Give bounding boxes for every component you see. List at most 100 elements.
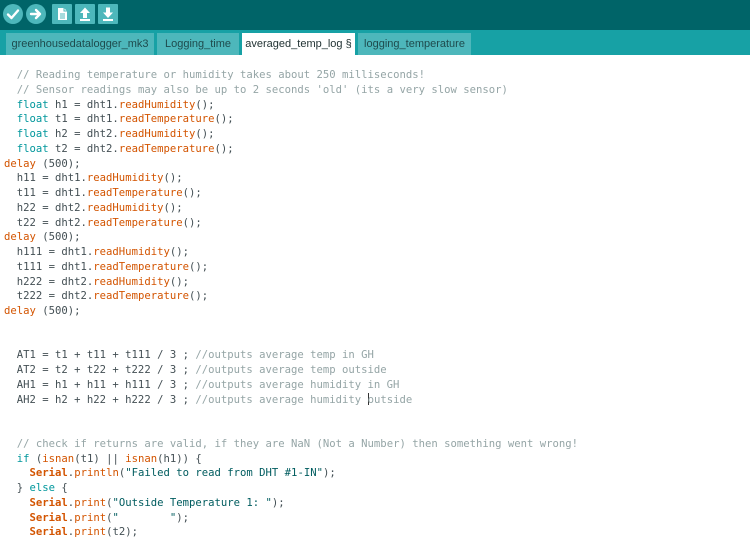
code-token: Serial	[29, 496, 68, 509]
code-token: readHumidity	[118, 128, 196, 140]
code-token: readHumidity	[86, 201, 164, 214]
code-token: readTemperature	[93, 290, 189, 303]
code-token: ();	[195, 98, 215, 111]
code-token: readTemperature	[86, 216, 183, 229]
code-token: println	[74, 467, 119, 480]
upload-button[interactable]	[26, 4, 46, 24]
code-token: h22 = dht2.	[4, 201, 87, 214]
new-button[interactable]	[52, 4, 72, 24]
code-token: (500);	[35, 231, 81, 244]
open-button[interactable]	[75, 4, 95, 24]
code-token: t1 = dht1.	[48, 113, 119, 126]
code-token: print	[74, 511, 107, 524]
code-token: );	[322, 467, 336, 480]
code-line: } else {	[4, 481, 578, 496]
code-token: h222 = dht2.	[4, 275, 94, 288]
save-button[interactable]	[98, 4, 118, 24]
code-token: isnan	[125, 452, 158, 465]
tab-logging-temperature[interactable]: logging_temperature	[358, 33, 471, 55]
code-token: ();	[182, 187, 202, 199]
code-token: // Reading temperature or humidity takes…	[16, 69, 425, 81]
code-token: isnan	[42, 452, 75, 465]
code-token: ();	[182, 216, 202, 229]
code-token: readHumidity	[118, 98, 196, 111]
tab-bar: greenhousedatalogger_mk3 Logging_time av…	[0, 30, 750, 55]
code-token: h1 = dht1.	[48, 98, 119, 111]
code-token: float	[16, 113, 49, 126]
code-token: "Outside Temperature 1: "	[112, 496, 272, 509]
code-line: delay (500);	[4, 157, 578, 172]
code-token: delay	[4, 157, 36, 170]
code-token: (t1) ||	[74, 452, 126, 465]
code-token: float	[16, 142, 49, 155]
code-token: float	[16, 98, 49, 111]
code-token: ();	[188, 290, 209, 303]
code-token: Serial	[29, 526, 68, 539]
arrow-down-icon	[103, 7, 113, 21]
code-token: AH2 = h2 + h22 + h222 / 3 ;	[4, 393, 196, 406]
code-token: readTemperature	[118, 113, 215, 126]
code-token: }	[4, 482, 30, 494]
tab-logging-time[interactable]: Logging_time	[157, 33, 239, 55]
code-line: h22 = dht2.readHumidity();	[4, 201, 578, 216]
verify-button[interactable]	[3, 4, 23, 24]
code-token: //outputs average temp outside	[195, 364, 387, 376]
code-line: Serial.print("Outside Temperature 1: ");	[4, 496, 578, 511]
code-token: ();	[188, 260, 209, 273]
code-token: t11 = dht1.	[4, 187, 87, 199]
code-token: );	[176, 511, 190, 524]
code-line: // Sensor readings may also be up to 2 s…	[4, 83, 578, 98]
code-token: (	[29, 452, 43, 465]
code-token: AT1 = t1 + t11 + t111 / 3 ;	[4, 349, 196, 362]
code-token: t111 = dht1.	[4, 260, 94, 273]
code-line: Serial.println("Failed to read from DHT …	[4, 466, 578, 481]
code-token: ();	[214, 113, 234, 126]
code-token: (t2);	[106, 526, 138, 539]
code-token: readHumidity	[86, 172, 164, 185]
tab-greenhousedatalogger-mk3[interactable]: greenhousedatalogger_mk3	[6, 33, 154, 55]
code-line: h11 = dht1.readHumidity();	[4, 171, 578, 186]
tab-averaged-temp-log[interactable]: averaged_temp_log §	[242, 33, 355, 55]
code-token: h11 = dht1.	[4, 172, 87, 185]
code-line: float t2 = dht2.readTemperature();	[4, 142, 578, 157]
code-token: "Failed to read from DHT #1-IN"	[125, 467, 323, 480]
code-line: float h2 = dht2.readHumidity();	[4, 127, 578, 142]
code-line: t111 = dht1.readTemperature();	[4, 260, 578, 275]
code-token: Serial	[29, 467, 68, 480]
code-line: // check if returns are valid, if they a…	[4, 437, 578, 452]
code-token: if	[16, 452, 30, 465]
code-editor[interactable]: // Reading temperature or humidity takes…	[0, 55, 750, 539]
code-token: Serial	[29, 511, 68, 524]
code-line: float h1 = dht1.readHumidity();	[4, 98, 578, 113]
code-token: " "	[112, 511, 177, 524]
code-token: delay	[4, 231, 36, 244]
code-line: delay (500);	[4, 230, 578, 245]
code-token: //outputs average temp in GH	[195, 349, 374, 362]
code-line: h222 = dht2.readHumidity();	[4, 275, 578, 290]
code-line: if (isnan(t1) || isnan(h1)) {	[4, 452, 578, 467]
code-token: // check if returns are valid, if they a…	[16, 437, 579, 450]
code-token: outside	[367, 393, 413, 406]
code-text[interactable]: // Reading temperature or humidity takes…	[4, 68, 578, 539]
document-icon	[58, 8, 67, 20]
code-token: print	[74, 526, 107, 539]
code-token: t2 = dht2.	[48, 142, 119, 155]
code-token: {	[55, 482, 68, 494]
code-token: ();	[214, 142, 234, 155]
code-token: ();	[163, 201, 183, 214]
code-token: //outputs average humidity in GH	[195, 378, 400, 391]
code-line: AH2 = h2 + h22 + h222 / 3 ; //outputs av…	[4, 392, 578, 408]
